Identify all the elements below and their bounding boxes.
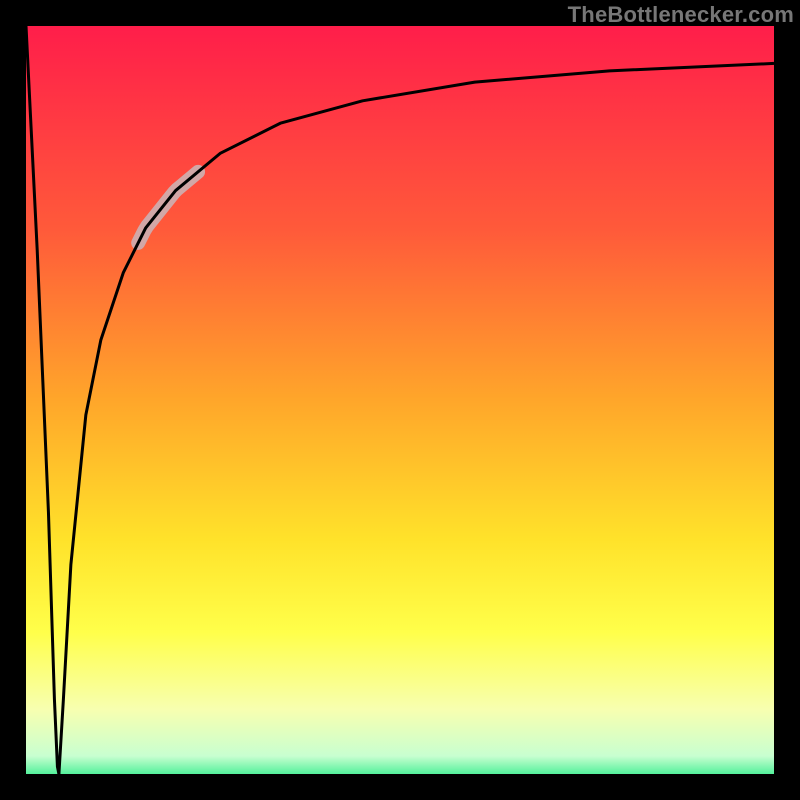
watermark-label: TheBottlenecker.com: [568, 2, 794, 28]
chart-svg: [0, 0, 800, 800]
plot-background: [13, 13, 787, 787]
chart-container: TheBottlenecker.com: [0, 0, 800, 800]
